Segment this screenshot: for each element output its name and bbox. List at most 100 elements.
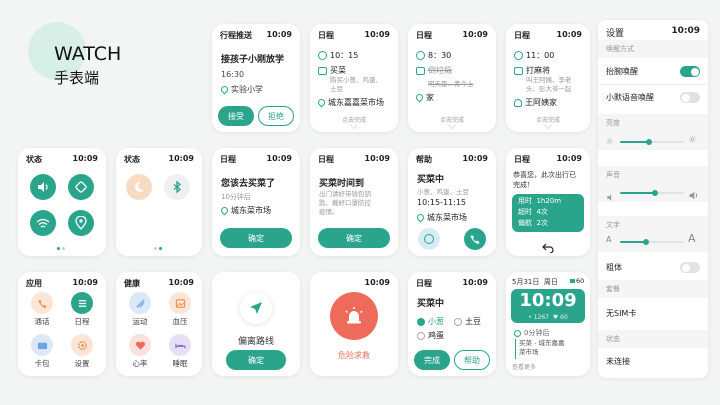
summary-text: 完成！ [513,181,534,189]
sim-status[interactable]: 无SIM卡 [606,308,636,319]
clock: 10:09 [364,154,390,163]
face-icon[interactable] [418,228,440,250]
check-item[interactable]: 小葱 [417,316,444,327]
calendar-icon [514,66,523,75]
app-heart-rate[interactable]: 心率 [120,334,160,369]
battery-value: 60 [576,277,585,285]
app-label: 通话 [34,317,50,326]
font-size-slider[interactable] [620,239,684,245]
reminder-card: 日程 10:09 您该去买菜了 10分钟后 城东菜市场 确定 [212,148,300,256]
battery-icon [570,279,575,283]
schedule-note: 购买小葱、鸡蛋、 [330,76,382,84]
brightness-thumb[interactable] [645,139,652,145]
raise-wake-label: 抬腕唤醒 [606,67,638,76]
confirm-button[interactable]: 确定 [226,350,286,370]
heart-icon: ♥ [552,314,559,321]
raise-wake-toggle[interactable] [680,66,700,77]
schedule-place: 城东嘉嘉菜市场 [328,98,384,107]
card-header: 日程 [514,31,530,40]
card-header: 应用 [26,279,42,288]
check-item[interactable]: 土豆 [454,316,481,327]
schedule-card-trash: 日程 10:09 8：30 倒垃圾 明天是…青今上 家 点击完成 [408,24,496,132]
clock: 10:09 [462,154,488,163]
bold-toggle[interactable] [680,262,700,273]
card-header: 日程 [318,155,334,164]
stat-label: 偏航 [518,219,532,227]
clock: 10:09 [462,278,488,287]
person-icon [514,98,522,107]
gear-icon [71,334,93,356]
bluetooth-icon[interactable] [164,174,190,200]
reject-button[interactable]: 拒绝 [258,106,294,126]
phone-icon[interactable] [464,228,486,250]
confirm-button[interactable]: 确定 [318,228,390,248]
schedule-place: 王阿姨家 [525,98,557,107]
home-icon [414,92,425,103]
clock: 10:09 [462,30,488,39]
clock: 10:09 [556,154,582,163]
next-task: 买菜 - 城东嘉嘉 [519,339,565,347]
alarm-icon [318,51,327,60]
clock: 10:09 [364,278,390,287]
big-time: 10:09 [519,290,577,311]
done-button[interactable]: 完成 [414,350,450,370]
task-title: 买菜中 [417,299,445,309]
brand-title: WATCH [54,43,122,65]
help-button[interactable]: 帮助 [454,350,490,370]
app-wallet[interactable]: 卡包 [22,334,62,369]
brightness-fill [620,141,649,143]
app-blood-pressure[interactable]: 血压 [160,292,200,327]
section-brightness: 亮度 [606,119,620,127]
font-size-thumb[interactable] [642,239,649,245]
card-header: 日程 [220,155,236,164]
stat-value: 2次 [536,219,548,227]
app-call[interactable]: 通话 [22,292,62,327]
rotate-icon[interactable] [68,174,94,200]
wifi-icon[interactable] [30,210,56,236]
status-card-2: 状态 10:09 [116,148,202,256]
check-icon [454,317,462,326]
alarm-icon [514,51,523,60]
schedule-card-shopping: 日程 10:09 10：15 买菜 购买小葱、鸡蛋、 土豆 城东嘉嘉菜市场 点击完成 [310,24,398,132]
volume-slider[interactable] [620,190,684,196]
app-label: 睡眠 [172,359,188,368]
moon-icon[interactable] [126,174,152,200]
app-settings[interactable]: 设置 [62,334,102,369]
alert-body: 出门请好带钱包钥 [319,190,371,198]
volume-fill [620,192,656,194]
next-task: 菜市场 [519,348,539,356]
summary-text: 恭喜您，此次出行已 [513,171,576,179]
confirm-button[interactable]: 确定 [220,228,292,248]
check-label: 土豆 [465,317,481,326]
font-large-icon: A [688,232,696,245]
brand-subtitle: 手表端 [54,69,100,87]
brightness-slider[interactable] [620,139,684,145]
back-icon[interactable] [542,238,554,256]
app-sport[interactable]: 运动 [120,292,160,327]
app-schedule[interactable]: 日程 [62,292,102,327]
stat-label: 用时 [518,197,532,205]
location-icon[interactable] [68,210,94,236]
location-icon [415,212,426,223]
watch-face-card: 5月31日 周日 60 10:09 • 1267 ♥ 60 0分钟后 买菜 - … [506,272,590,376]
check-icon [417,331,425,340]
app-sleep[interactable]: 睡眠 [160,334,200,369]
card-header: 日程 [514,155,530,164]
trip-push-card: 行程推送 10:09 接孩子小刚放学 16:30 实验小学 接受 拒绝 [212,24,300,132]
accept-button[interactable]: 接受 [218,106,254,126]
card-header: 状态 [124,155,140,164]
app-label: 设置 [74,359,90,368]
view-more-link[interactable]: 查看更多 [512,362,536,371]
schedule-time: 10：15 [330,51,359,60]
check-item[interactable]: 鸡蛋 [417,330,444,341]
section-sim: 套餐 [606,285,620,293]
status-card-1: 状态 10:09 [18,148,106,256]
sos-button[interactable] [330,292,378,340]
bed-icon [169,334,191,356]
checklist-card: 日程 10:09 买菜中 小葱 土豆 鸡蛋 完成 帮助 [408,272,496,376]
voice-wake-toggle[interactable] [680,92,700,103]
font-small-icon: A [606,235,612,244]
connection-status[interactable]: 未连接 [606,356,630,367]
volume-icon[interactable] [30,174,56,200]
clock: 10:09 [168,154,194,163]
